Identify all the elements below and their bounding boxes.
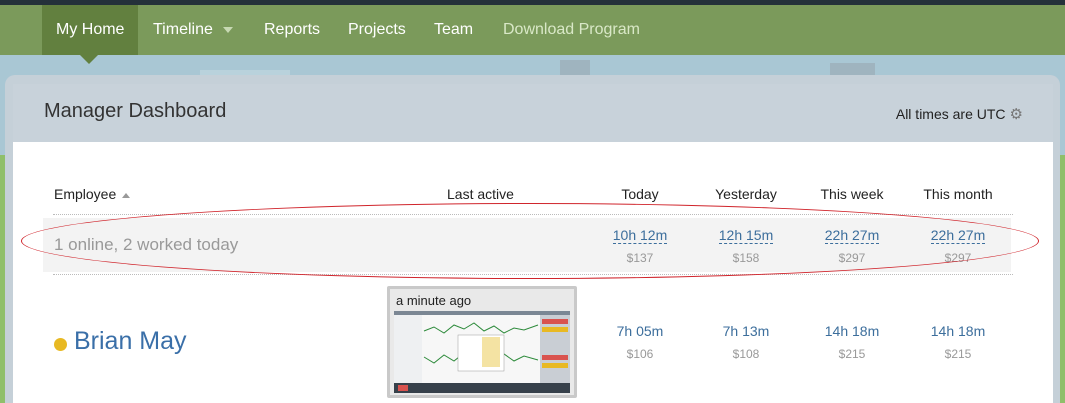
main-nav: My Home Timeline Reports Projects Team D… xyxy=(0,5,1065,64)
column-header-this-month: This month xyxy=(923,186,993,202)
employee-this-week: 14h 18m $215 xyxy=(807,323,897,361)
online-status-dot xyxy=(54,338,67,351)
nav-download-program[interactable]: Download Program xyxy=(489,5,654,55)
employee-this-month-time[interactable]: 14h 18m xyxy=(931,323,985,339)
employee-today-time[interactable]: 7h 05m xyxy=(617,323,664,339)
column-header-last-active: Last active xyxy=(447,186,514,202)
employee-this-week-time[interactable]: 14h 18m xyxy=(825,323,879,339)
employee-yesterday: 7h 13m $108 xyxy=(701,323,791,361)
employee-name[interactable]: Brian May xyxy=(74,327,187,356)
column-header-this-week: This week xyxy=(820,186,884,202)
employee-yesterday-amount: $108 xyxy=(732,347,760,361)
nav-projects[interactable]: Projects xyxy=(334,5,420,55)
gear-icon[interactable]: ⚙ xyxy=(1010,105,1023,123)
screenshot-thumbnail[interactable]: a minute ago xyxy=(387,286,577,398)
nav-timeline-label: Timeline xyxy=(153,21,213,38)
employee-yesterday-time[interactable]: 7h 13m xyxy=(723,323,770,339)
column-header-employee[interactable]: Employee xyxy=(54,186,131,202)
last-active-time: a minute ago xyxy=(396,293,472,308)
screenshot-preview-image xyxy=(394,311,570,393)
employee-this-month: 14h 18m $215 xyxy=(913,323,1003,361)
employee-this-month-amount: $215 xyxy=(944,347,972,361)
employee-this-week-amount: $215 xyxy=(838,347,866,361)
page-title: Manager Dashboard xyxy=(44,100,227,122)
column-header-today: Today xyxy=(621,186,659,202)
nav-reports[interactable]: Reports xyxy=(250,5,334,55)
timezone-label: All times are UTC xyxy=(895,106,1006,122)
employee-today: 7h 05m $106 xyxy=(595,323,685,361)
highlight-annotation xyxy=(21,203,1039,279)
panel-header: Manager Dashboard All times are UTC ⚙ xyxy=(13,84,1053,142)
employee-today-amount: $106 xyxy=(626,347,654,361)
active-nav-pointer xyxy=(80,55,98,64)
column-header-employee-label: Employee xyxy=(54,186,117,202)
chevron-down-icon xyxy=(222,26,233,33)
nav-team[interactable]: Team xyxy=(420,5,487,55)
nav-my-home[interactable]: My Home xyxy=(42,5,139,55)
nav-timeline[interactable]: Timeline xyxy=(139,5,247,55)
timezone-setting[interactable]: All times are UTC ⚙ xyxy=(896,105,1023,123)
sort-ascending-icon xyxy=(122,192,131,198)
column-header-yesterday: Yesterday xyxy=(715,186,777,202)
